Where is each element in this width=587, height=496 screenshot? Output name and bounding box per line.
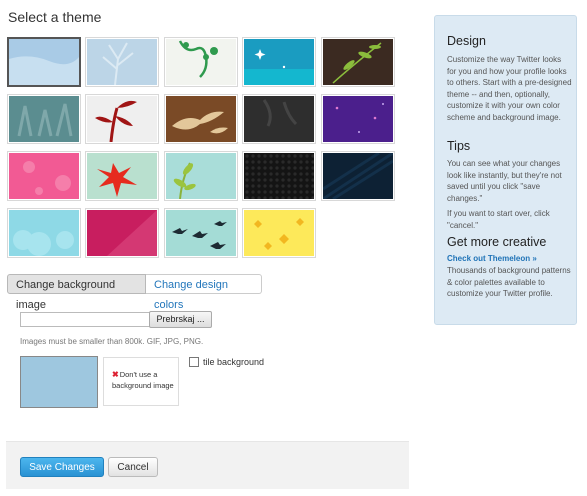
tile-background-option[interactable]: tile background — [189, 357, 264, 367]
theme-thumb-blue-tree[interactable] — [85, 37, 159, 87]
remove-icon: ✖ — [112, 370, 119, 379]
theme-thumb-brown-birds[interactable] — [164, 94, 238, 144]
theme-green-vine-icon — [166, 39, 236, 85]
theme-thumb-pink-flowers[interactable] — [7, 151, 81, 201]
theme-thumb-teal-pattern[interactable] — [7, 94, 81, 144]
theme-blue-tree-icon — [87, 39, 157, 85]
theme-thumb-green-leaves[interactable] — [164, 151, 238, 201]
no-bg-label-2: background image — [112, 381, 174, 390]
theme-teal-sparkle-icon — [244, 39, 314, 85]
tile-background-label: tile background — [203, 357, 265, 367]
tile-background-checkbox[interactable] — [189, 357, 199, 367]
design-tabs: Change background image Change design co… — [7, 274, 262, 311]
theme-thumb-green-vine[interactable] — [164, 37, 238, 87]
theme-magenta-pink-icon — [87, 210, 157, 256]
get-more-creative-heading: Get more creative — [447, 235, 547, 249]
browse-button[interactable]: Prebrskaj ... — [149, 311, 212, 328]
theme-birds-branch-icon — [166, 210, 236, 256]
theme-teal-pattern-icon — [9, 96, 79, 142]
no-bg-label-1: Don't use a — [119, 370, 158, 379]
design-description: Customize the way Twitter looks for you … — [447, 55, 572, 122]
theme-thumb-red-plant[interactable] — [85, 94, 159, 144]
theme-cloud-blue-icon — [9, 210, 79, 256]
themeleon-link[interactable]: Check out Themeleon » — [447, 254, 537, 263]
tab-change-background-image[interactable]: Change background image — [7, 274, 146, 311]
theme-dark-gray-icon — [244, 96, 314, 142]
theme-pink-flowers-icon — [9, 153, 79, 199]
theme-thumb-purple-sparkle[interactable] — [321, 94, 395, 144]
theme-thumb-dark-navy[interactable] — [321, 151, 395, 201]
upload-hint: Images must be smaller than 800k. GIF, J… — [20, 337, 204, 346]
tab-change-design-colors[interactable]: Change design colors — [146, 274, 262, 311]
current-background-swatch[interactable] — [20, 356, 98, 408]
theme-green-leaves-icon — [166, 153, 236, 199]
background-file-input[interactable] — [20, 312, 150, 327]
save-changes-button[interactable]: Save Changes — [20, 457, 104, 477]
theme-brown-birds-icon — [166, 96, 236, 142]
theme-thumb-magenta-pink[interactable] — [85, 208, 159, 258]
themeleon-description: Thousands of background patterns & color… — [447, 266, 571, 298]
theme-dark-navy-icon — [323, 153, 393, 199]
theme-thumb-dark-leaves[interactable] — [321, 37, 395, 87]
theme-red-plant-icon — [87, 96, 157, 142]
tips-text: You can see what your changes look like … — [447, 159, 562, 203]
design-heading: Design — [447, 34, 486, 48]
page-title: Select a theme — [8, 9, 102, 25]
help-panel: Design Customize the way Twitter looks f… — [434, 15, 577, 325]
theme-purple-sparkle-icon — [323, 96, 393, 142]
cancel-button[interactable]: Cancel — [108, 457, 158, 477]
theme-red-flower-icon — [87, 153, 157, 199]
theme-sky-blue-icon — [9, 39, 79, 85]
tips-heading: Tips — [447, 139, 471, 153]
theme-thumb-dark-gray[interactable] — [242, 94, 316, 144]
theme-dark-leaves-icon — [323, 39, 393, 85]
theme-thumb-sky-blue[interactable] — [7, 37, 81, 87]
tips-start-over-text: If you want to start over, click "cancel… — [447, 209, 550, 230]
no-background-option[interactable]: ✖Don't use a background image — [103, 357, 179, 406]
theme-thumb-red-flower[interactable] — [85, 151, 159, 201]
theme-black-hex-icon — [244, 153, 314, 199]
theme-thumb-yellow-leaves[interactable] — [242, 208, 316, 258]
theme-thumb-black-hex[interactable] — [242, 151, 316, 201]
theme-thumb-birds-branch[interactable] — [164, 208, 238, 258]
theme-thumb-cloud-blue[interactable] — [7, 208, 81, 258]
theme-yellow-leaves-icon — [244, 210, 314, 256]
theme-thumb-teal-sparkle[interactable] — [242, 37, 316, 87]
